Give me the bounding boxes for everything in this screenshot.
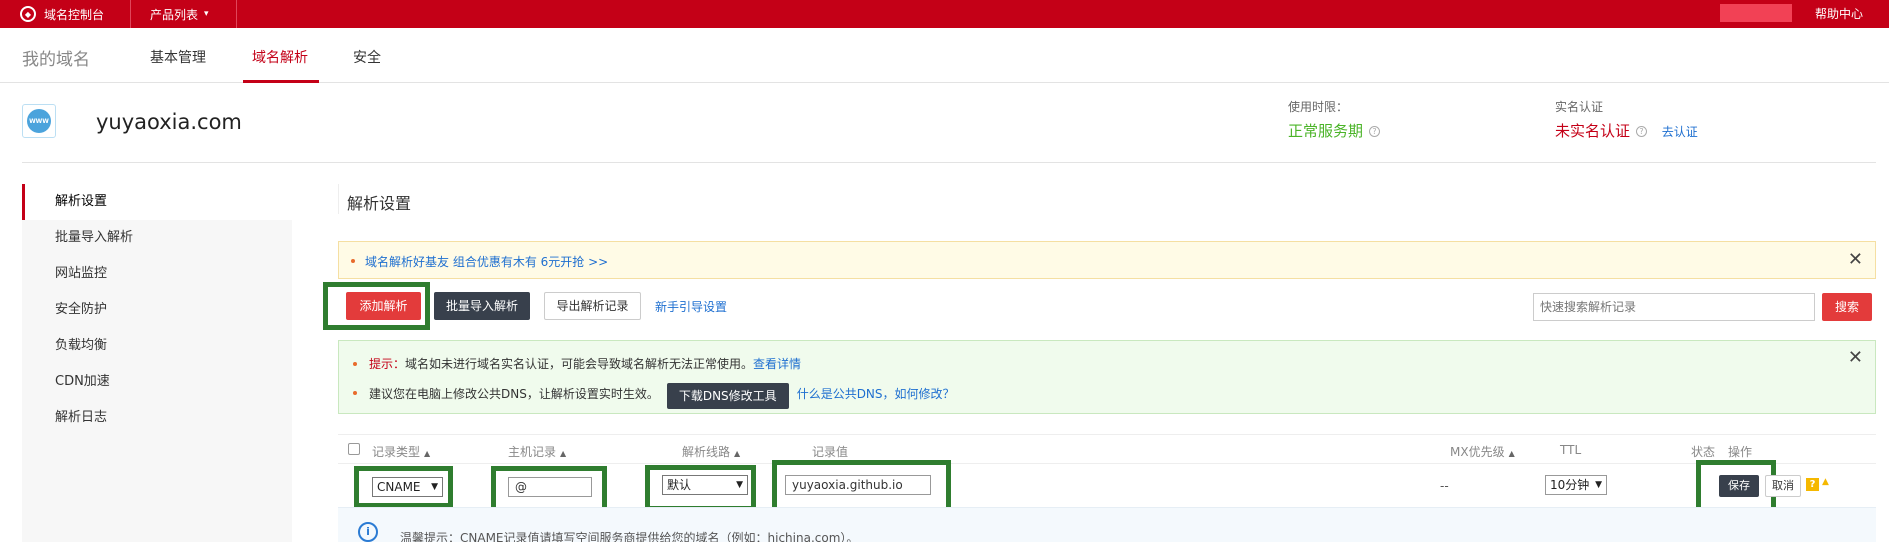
domain-icon: WWW <box>22 104 56 138</box>
ttl-value: 10分钟 <box>1550 478 1590 492</box>
realname-tip: 提示：域名如未进行域名实名认证，可能会导致域名解析无法正常使用。查看详情 <box>369 355 801 372</box>
column-header-value: 记录值 <box>812 445 849 459</box>
column-header-mx[interactable]: MX优先级 ▲ <box>1450 443 1515 460</box>
top-bar: ◆ 域名控制台 产品列表 ▾ 帮助中心 <box>0 0 1889 28</box>
ttl-select[interactable]: 10分钟 ▼ <box>1545 475 1607 495</box>
go-verify-link[interactable]: 去认证 <box>1662 125 1698 139</box>
bullet-icon <box>353 391 357 395</box>
auth-status-value: 未实名认证 <box>1555 122 1631 140</box>
dns-tip-text: 建议您在电脑上修改公共DNS，让解析设置实时生效。 <box>369 387 659 401</box>
title-divider <box>338 184 339 214</box>
cname-tip-text: 温馨提示：CNAME记录值请填写空间服务商提供给您的域名（例如：hichina.… <box>400 531 859 542</box>
bullet-icon <box>353 362 357 366</box>
sort-icon: ▲ <box>424 449 431 458</box>
auth-label: 实名认证 <box>1555 100 1604 114</box>
period-label: 使用时限： <box>1288 100 1349 114</box>
console-brand-label: 域名控制台 <box>44 7 105 22</box>
promo-banner: 域名解析好基友 组合优惠有木有 6元开抢 >> ✕ <box>338 241 1876 279</box>
domain-console-logo-icon: ◆ <box>20 6 36 22</box>
column-header-host-label: 主机记录 <box>508 445 557 459</box>
period-status: 正常服务期? <box>1288 120 1381 141</box>
save-button[interactable]: 保存 <box>1719 475 1759 497</box>
record-type-value: CNAME <box>377 480 421 494</box>
domain-name: yuyaoxia.com <box>96 110 242 134</box>
help-center-link[interactable]: 帮助中心 <box>1815 0 1863 28</box>
record-type-select[interactable]: CNAME ▼ <box>372 477 443 497</box>
column-header-actions: 操作 <box>1728 445 1753 459</box>
page-title: 解析设置 <box>347 194 412 213</box>
period-status-value: 正常服务期 <box>1288 122 1364 140</box>
sort-icon: ▲ <box>560 449 567 458</box>
download-dns-tool-button[interactable]: 下载DNS修改工具 <box>666 383 789 409</box>
records-table-header: 记录类型 ▲ 主机记录 ▲ 解析线路 ▲ 记录值 MX优先级 ▲ TTL 状态 操作 <box>338 434 1876 464</box>
column-header-line-label: 解析线路 <box>682 445 731 459</box>
record-value-input[interactable]: yuyaoxia.github.io <box>785 475 931 495</box>
topbar-divider <box>130 0 131 28</box>
mx-priority-value: -- <box>1440 479 1449 493</box>
chevron-down-icon: ▾ <box>204 9 209 19</box>
search-input[interactable] <box>1533 293 1815 321</box>
public-dns-link[interactable]: 什么是公共DNS，如何修改？ <box>797 387 955 401</box>
sidebar-item-load-balancing[interactable]: 负载均衡 <box>22 328 292 364</box>
dropdown-arrow-icon: ▼ <box>1595 480 1602 490</box>
console-brand[interactable]: ◆ 域名控制台 <box>20 0 104 28</box>
select-all-checkbox[interactable] <box>348 443 360 455</box>
www-globe-icon: WWW <box>27 109 51 133</box>
export-records-button[interactable]: 导出解析记录 <box>544 292 641 320</box>
dns-tip: 建议您在电脑上修改公共DNS，让解析设置实时生效。 下载DNS修改工具 什么是公共D… <box>369 381 955 409</box>
active-tab-indicator <box>243 80 319 83</box>
tab-security[interactable]: 安全 <box>353 47 381 67</box>
sort-icon: ▲ <box>1508 449 1515 458</box>
cname-tip-row: i 温馨提示：CNAME记录值请填写空间服务商提供给您的域名（例如：hichin… <box>338 507 1876 542</box>
auth-status: 未实名认证? 去认证 <box>1555 120 1698 141</box>
domain-nav: 我的域名 基本管理 域名解析 安全 <box>0 28 1889 83</box>
sort-icon: ▲ <box>734 449 741 458</box>
tab-domain-resolution[interactable]: 域名解析 <box>252 47 308 67</box>
sidebar-item-resolution-settings[interactable]: 解析设置 <box>22 184 292 220</box>
nav-title[interactable]: 我的域名 <box>22 45 90 70</box>
resolution-line-value: 默认 <box>667 478 692 492</box>
question-icon[interactable]: ? <box>1636 126 1648 137</box>
sidebar: 解析设置 批量导入解析 网站监控 安全防护 负载均衡 CDN加速 解析日志 <box>22 184 292 542</box>
close-icon[interactable]: ✕ <box>1848 249 1863 270</box>
add-record-button[interactable]: 添加解析 <box>346 292 421 320</box>
view-details-link[interactable]: 查看详情 <box>753 357 801 371</box>
beginner-guide-link[interactable]: 新手引导设置 <box>655 298 727 315</box>
sidebar-item-resolution-log[interactable]: 解析日志 <box>22 400 292 436</box>
product-list-label: 产品列表 <box>150 7 199 22</box>
column-header-mx-label: MX优先级 <box>1450 445 1505 459</box>
batch-import-button[interactable]: 批量导入解析 <box>434 292 530 320</box>
tab-basic-management[interactable]: 基本管理 <box>150 47 206 67</box>
dropdown-arrow-icon: ▼ <box>736 480 743 490</box>
notice-box: ✕ 提示：域名如未进行域名实名认证，可能会导致域名解析无法正常使用。查看详情 建… <box>338 340 1876 414</box>
topbar-divider <box>236 0 237 28</box>
column-header-line[interactable]: 解析线路 ▲ <box>682 443 740 460</box>
header-divider <box>22 162 1876 163</box>
info-icon: i <box>358 522 378 542</box>
sidebar-item-site-monitor[interactable]: 网站监控 <box>22 256 292 292</box>
tip-label: 提示： <box>369 357 406 371</box>
product-list-menu[interactable]: 产品列表 ▾ <box>150 0 209 28</box>
dropdown-arrow-icon: ▼ <box>431 482 438 492</box>
column-header-status: 状态 <box>1691 445 1716 459</box>
search-button[interactable]: 搜索 <box>1822 293 1872 321</box>
bullet-icon <box>351 259 355 263</box>
resolution-line-select[interactable]: 默认 ▼ <box>662 475 748 495</box>
collapse-arrow-icon[interactable]: ▲ <box>1822 477 1829 487</box>
sidebar-item-cdn[interactable]: CDN加速 <box>22 364 292 400</box>
sidebar-item-batch-import[interactable]: 批量导入解析 <box>22 220 292 256</box>
cancel-button[interactable]: 取消 <box>1765 475 1801 497</box>
tip-text: 域名如未进行域名实名认证，可能会导致域名解析无法正常使用。 <box>405 357 754 371</box>
close-icon[interactable]: ✕ <box>1848 347 1863 368</box>
promo-link[interactable]: 域名解析好基友 组合优惠有木有 6元开抢 >> <box>365 253 608 270</box>
column-header-type[interactable]: 记录类型 ▲ <box>372 443 430 460</box>
host-record-input[interactable]: @ <box>508 477 592 497</box>
column-header-ttl: TTL <box>1560 443 1582 457</box>
question-icon[interactable]: ? <box>1369 126 1381 137</box>
user-account-box[interactable] <box>1720 4 1792 22</box>
sidebar-item-security-protection[interactable]: 安全防护 <box>22 292 292 328</box>
column-header-host[interactable]: 主机记录 ▲ <box>508 443 566 460</box>
help-icon[interactable]: ? <box>1806 478 1819 491</box>
column-header-type-label: 记录类型 <box>372 445 421 459</box>
